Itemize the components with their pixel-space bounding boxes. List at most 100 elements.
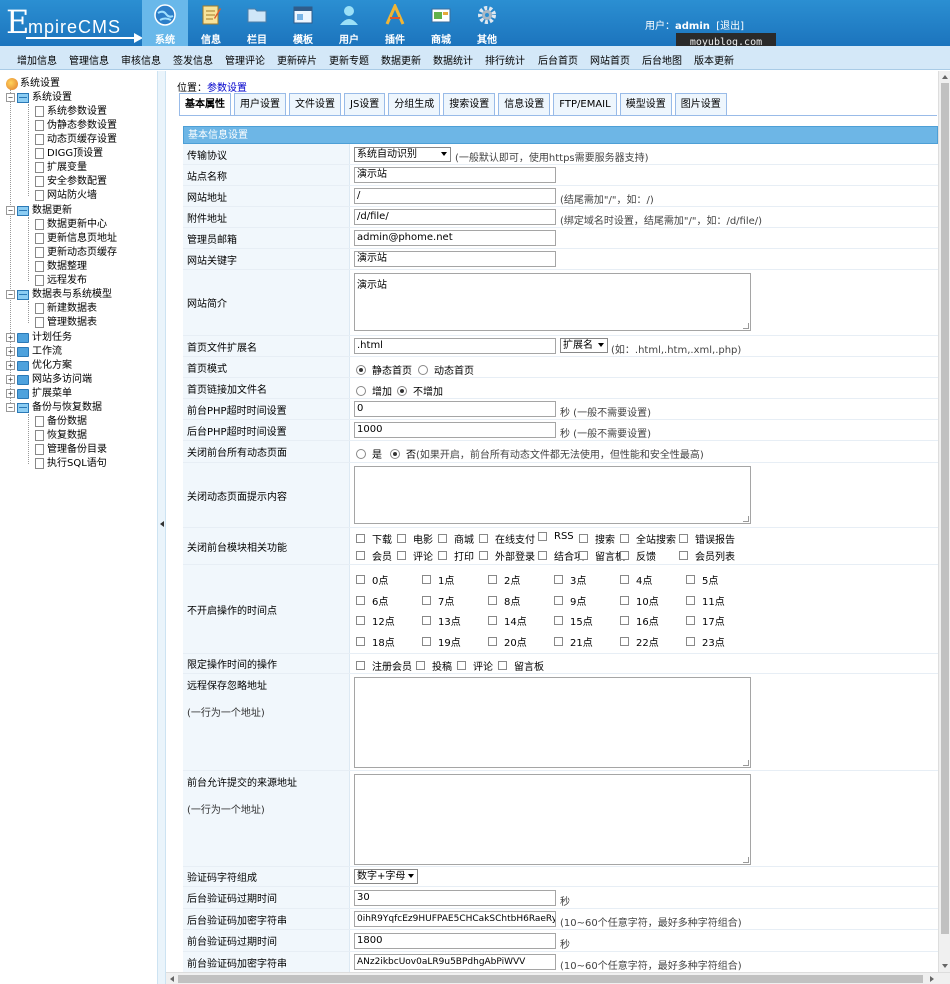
radio-button[interactable]	[418, 364, 428, 375]
vertical-scrollbar[interactable]	[938, 71, 950, 972]
expand-toggle[interactable]: +	[6, 333, 15, 342]
scroll-thumb[interactable]	[941, 83, 949, 934]
ext-select[interactable]: 扩展名	[560, 338, 608, 353]
module-checkbox[interactable]: 留言板	[579, 548, 625, 563]
hour-checkbox[interactable]: 8点	[488, 593, 520, 608]
hour-checkbox[interactable]: 6点	[356, 593, 388, 608]
sidebar-group-data-update[interactable]: − 数据更新	[6, 204, 72, 217]
checkbox[interactable]	[620, 595, 629, 605]
checkbox[interactable]	[579, 551, 588, 560]
subnav-manage-info[interactable]: 管理信息	[69, 52, 109, 67]
tab-image[interactable]: 图片设置	[674, 93, 727, 115]
hour-checkbox[interactable]: 14点	[488, 613, 527, 628]
hour-checkbox[interactable]: 11点	[686, 593, 725, 608]
radio-no-filename[interactable]: 不增加	[397, 383, 443, 398]
horizontal-scrollbar[interactable]	[166, 972, 950, 984]
expand-toggle[interactable]: +	[6, 347, 15, 356]
hour-checkbox[interactable]: 7点	[422, 593, 454, 608]
collapse-toggle[interactable]: −	[6, 206, 15, 215]
back-captcha-expire-input[interactable]: 30	[354, 890, 556, 906]
sidebar-group-multi-access[interactable]: + 网站多访问端	[6, 373, 92, 386]
checkbox[interactable]	[488, 575, 497, 584]
checkbox[interactable]	[422, 575, 431, 584]
admin-email-input[interactable]: admin@phome.net	[354, 230, 556, 246]
module-checkbox[interactable]: 会员列表	[679, 548, 735, 563]
sidebar-item-manage-tables[interactable]: 管理数据表	[35, 316, 97, 329]
module-checkbox[interactable]: 下载	[356, 531, 392, 546]
collapse-toggle[interactable]: −	[6, 93, 15, 102]
checkbox[interactable]	[538, 551, 547, 560]
tab-info[interactable]: 信息设置	[498, 93, 551, 115]
sidebar-item-new-table[interactable]: 新建数据表	[35, 302, 97, 315]
hour-checkbox[interactable]: 1点	[422, 572, 454, 587]
hour-checkbox[interactable]: 15点	[554, 613, 593, 628]
checkbox[interactable]	[356, 661, 365, 670]
module-checkbox[interactable]: RSS	[538, 531, 574, 542]
captcha-chars-select[interactable]: 数字+字母	[354, 869, 418, 884]
front-captcha-key-input[interactable]: ANz2ikbcUov0aLR9u5BPdhgAbPiWVV	[354, 954, 556, 970]
checkbox[interactable]	[479, 551, 488, 560]
index-ext-input[interactable]: .html	[354, 338, 556, 354]
resize-grip-icon[interactable]	[743, 857, 749, 863]
sidebar-group-tables-models[interactable]: − 数据表与系统模型	[6, 288, 112, 301]
checkbox[interactable]	[686, 636, 695, 646]
checkbox[interactable]	[620, 575, 629, 584]
checkbox[interactable]	[620, 534, 629, 543]
checkbox[interactable]	[620, 636, 629, 646]
sidebar-root[interactable]: 系统设置	[6, 77, 60, 90]
hour-checkbox[interactable]: 19点	[422, 634, 461, 649]
subnav-data-update[interactable]: 数据更新	[381, 52, 421, 67]
subnav-review-info[interactable]: 审核信息	[121, 52, 161, 67]
checkbox[interactable]	[538, 532, 547, 541]
keywords-input[interactable]: 演示站	[354, 251, 556, 267]
checkbox[interactable]	[554, 616, 563, 625]
back-captcha-key-input[interactable]: 0ihR9YqfcEz9HUFPAE5CHCakSChtbH6RaeRy	[354, 911, 556, 927]
module-checkbox[interactable]: 电影	[397, 531, 433, 546]
sidebar-splitter[interactable]	[157, 71, 166, 984]
hour-checkbox[interactable]: 18点	[356, 634, 395, 649]
collapse-toggle[interactable]: −	[6, 290, 15, 299]
subnav-admin-map[interactable]: 后台地图	[642, 52, 682, 67]
module-checkbox[interactable]: 错误报告	[679, 531, 735, 546]
hour-checkbox[interactable]: 10点	[620, 593, 659, 608]
allowed-sources-textarea[interactable]	[354, 774, 751, 865]
sidebar-item-restore-data[interactable]: 恢复数据	[35, 429, 87, 442]
hour-checkbox[interactable]: 3点	[554, 572, 586, 587]
hour-checkbox[interactable]: 2点	[488, 572, 520, 587]
module-checkbox[interactable]: 外部登录	[479, 548, 535, 563]
checkbox[interactable]	[416, 661, 425, 670]
checkbox[interactable]	[356, 616, 365, 625]
checkbox[interactable]	[488, 595, 497, 605]
radio-button[interactable]	[356, 364, 366, 375]
scroll-thumb[interactable]	[178, 975, 923, 983]
expand-toggle[interactable]: +	[6, 361, 15, 370]
hour-checkbox[interactable]: 23点	[686, 634, 725, 649]
checkbox[interactable]	[356, 575, 365, 584]
module-checkbox[interactable]: 在线支付	[479, 531, 535, 546]
radio-close-no[interactable]: 否 (如果开启，前台所有动态文件都无法使用，但性能和安全性最高)	[390, 446, 704, 461]
hour-checkbox[interactable]: 17点	[686, 613, 725, 628]
hour-checkbox[interactable]: 13点	[422, 613, 461, 628]
expand-toggle[interactable]: +	[6, 375, 15, 384]
checkbox[interactable]	[356, 595, 365, 605]
tab-group-generate[interactable]: 分组生成	[388, 93, 441, 115]
front-captcha-expire-input[interactable]: 1800	[354, 933, 556, 949]
hour-checkbox[interactable]: 9点	[554, 593, 586, 608]
module-checkbox[interactable]: 结合项	[538, 548, 584, 563]
sidebar-item-remote-publish[interactable]: 远程发布	[35, 274, 87, 287]
module-checkbox[interactable]: 商城	[438, 531, 474, 546]
expand-toggle[interactable]: +	[6, 389, 15, 398]
hour-checkbox[interactable]: 5点	[686, 572, 718, 587]
hour-checkbox[interactable]: 16点	[620, 613, 659, 628]
remote-ignore-textarea[interactable]	[354, 677, 751, 768]
sidebar-item-update-info-url[interactable]: 更新信息页地址	[35, 232, 117, 245]
tab-search[interactable]: 搜索设置	[443, 93, 496, 115]
checkbox[interactable]	[356, 636, 365, 646]
back-timeout-input[interactable]: 1000	[354, 422, 556, 438]
limit-op-checkbox[interactable]: 评论	[457, 658, 493, 673]
site-name-input[interactable]: 演示站	[354, 167, 556, 183]
sidebar-group-optimization[interactable]: + 优化方案	[6, 359, 72, 372]
checkbox[interactable]	[554, 575, 563, 584]
nav-info[interactable]: 信息	[188, 0, 234, 46]
checkbox[interactable]	[422, 595, 431, 605]
